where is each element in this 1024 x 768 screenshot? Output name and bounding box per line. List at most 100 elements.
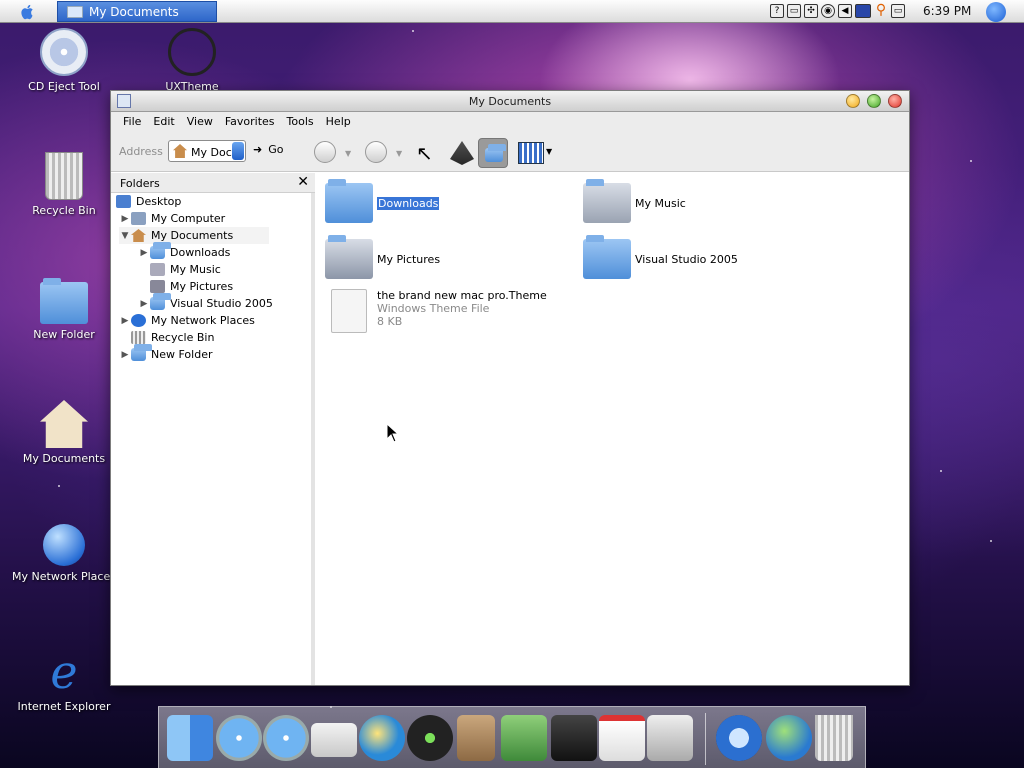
desktop-icon-my-documents[interactable]: My Documents	[9, 400, 119, 465]
iphoto-icon[interactable]	[501, 715, 547, 761]
recycle-bin-icon	[131, 331, 146, 344]
file-item-my-pictures[interactable]: My Pictures	[325, 233, 440, 279]
clock[interactable]: 6:39 PM	[923, 4, 971, 18]
tree-item-downloads[interactable]: ▶ Downloads	[138, 242, 230, 261]
keyboard-icon[interactable]	[855, 4, 871, 18]
cd-icon[interactable]: ◉	[821, 4, 835, 18]
menu-view[interactable]: View	[181, 112, 219, 132]
address-value: My Doc	[191, 146, 232, 159]
recycle-bin-icon	[45, 152, 83, 200]
file-item-name: the brand new mac pro.Theme	[377, 289, 547, 302]
desktop-icon	[116, 195, 131, 208]
go-button[interactable]: ➜ Go	[253, 143, 283, 156]
ichat-icon[interactable]	[359, 715, 405, 761]
file-item-name: My Music	[635, 197, 686, 210]
address-dropdown[interactable]: My Doc	[168, 140, 246, 162]
menu-favorites[interactable]: Favorites	[219, 112, 281, 132]
close-pane-icon[interactable]: ✕	[297, 174, 309, 190]
expand-arrow-icon[interactable]: ▶	[119, 316, 131, 326]
expand-arrow-icon[interactable]: ▶	[119, 350, 131, 360]
search-magnifier-icon[interactable]: ⚲	[874, 3, 888, 18]
home-icon	[40, 400, 88, 448]
safari-alt-icon[interactable]	[263, 715, 309, 761]
desktop-icon-label: Recycle Bin	[32, 204, 96, 217]
views-button[interactable]	[518, 142, 544, 164]
desktop-icon-cd-eject-tool[interactable]: CD Eject Tool	[9, 28, 119, 93]
imovie-icon[interactable]	[551, 715, 597, 761]
tree-item-my-music[interactable]: My Music	[150, 261, 221, 278]
network-icon[interactable]: ✣	[804, 4, 818, 18]
address-label: Address	[119, 145, 163, 158]
maximize-button[interactable]	[867, 94, 881, 108]
file-item-name: My Pictures	[377, 253, 441, 266]
expand-arrow-icon[interactable]: ▶	[138, 299, 150, 309]
up-folder-icon[interactable]: ↖	[416, 141, 433, 165]
tree-item-my-network-places[interactable]: ▶ My Network Places	[119, 312, 255, 329]
folders-toggle-button[interactable]	[478, 138, 508, 168]
tree-item-visual-studio-2005[interactable]: ▶ Visual Studio 2005	[138, 293, 273, 312]
tree-item-my-computer[interactable]: ▶ My Computer	[119, 210, 225, 227]
minimize-button[interactable]	[846, 94, 860, 108]
menu-edit[interactable]: Edit	[147, 112, 180, 132]
help-icon[interactable]: ?	[770, 4, 784, 18]
back-dropdown-icon[interactable]: ▼	[345, 149, 351, 158]
desktop-icon-new-folder[interactable]: New Folder	[9, 276, 119, 341]
file-item-theme[interactable]: the brand new mac pro.Theme Windows Them…	[325, 287, 547, 333]
address-book-icon[interactable]	[457, 715, 495, 761]
collapse-arrow-icon[interactable]: ▼	[119, 231, 131, 241]
calendar-icon[interactable]	[599, 715, 645, 761]
expand-arrow-icon[interactable]: ▶	[138, 248, 150, 258]
spotlight-search-icon[interactable]	[986, 2, 1006, 22]
menu-tools[interactable]: Tools	[281, 112, 320, 132]
quicktime-icon[interactable]	[716, 715, 762, 761]
tree-item-desktop[interactable]: Desktop	[116, 193, 181, 210]
tree-item-label: New Folder	[151, 348, 213, 361]
tree-item-my-documents[interactable]: ▼ My Documents	[119, 227, 269, 244]
file-item-details: the brand new mac pro.Theme Windows Them…	[377, 289, 547, 328]
mail-icon[interactable]	[311, 723, 357, 757]
tree-item-label: My Pictures	[170, 280, 234, 293]
desktop-icon-internet-explorer[interactable]: e Internet Explorer	[9, 648, 119, 713]
tree-item-label: My Network Places	[151, 314, 255, 327]
back-button[interactable]	[314, 141, 336, 163]
folders-label: Folders	[120, 177, 160, 190]
star	[58, 485, 60, 487]
safari-icon[interactable]	[216, 715, 262, 761]
itunes-icon[interactable]	[407, 715, 453, 761]
trash-icon[interactable]	[815, 715, 853, 761]
file-item-visual-studio-2005[interactable]: Visual Studio 2005	[583, 233, 738, 279]
desktop-icon-label: My Network Places	[12, 570, 116, 583]
close-button[interactable]	[888, 94, 902, 108]
finder-icon[interactable]	[167, 715, 213, 761]
taskbar-button-my-documents[interactable]: My Documents	[57, 1, 217, 22]
dropdown-arrow-icon[interactable]	[232, 142, 244, 160]
volume-icon[interactable]: ◀	[838, 4, 852, 18]
menu-file[interactable]: File	[117, 112, 147, 132]
menu-help[interactable]: Help	[320, 112, 357, 132]
network-globe-icon[interactable]	[766, 715, 812, 761]
desktop-icon-recycle-bin[interactable]: Recycle Bin	[9, 152, 119, 217]
desktop-icon-uxtheme[interactable]: UXTheme	[137, 28, 247, 93]
tree-item-label: Recycle Bin	[151, 331, 215, 344]
folder-icon	[583, 235, 631, 279]
display-icon[interactable]: ▭	[891, 4, 905, 18]
expand-arrow-icon[interactable]: ▶	[119, 214, 131, 224]
views-dropdown-icon[interactable]: ▼	[546, 147, 552, 156]
tree-item-new-folder[interactable]: ▶ New Folder	[119, 344, 213, 363]
battery-icon[interactable]: ▭	[787, 4, 801, 18]
forward-dropdown-icon[interactable]: ▼	[396, 149, 402, 158]
folder-icon	[325, 179, 373, 223]
music-folder-icon	[583, 179, 631, 223]
folder-icon	[40, 278, 88, 324]
search-icon[interactable]	[450, 141, 474, 165]
system-preferences-icon[interactable]	[647, 715, 693, 761]
forward-button[interactable]	[365, 141, 387, 163]
apple-icon[interactable]	[18, 3, 38, 21]
desktop-icon-my-network-places[interactable]: My Network Places	[9, 524, 119, 583]
file-item-downloads[interactable]: Downloads	[325, 177, 440, 223]
tree-item-label: Desktop	[136, 195, 182, 208]
file-item-my-music[interactable]: My Music	[583, 177, 686, 223]
title-bar[interactable]: My Documents	[111, 91, 909, 112]
desktop-icon-label: New Folder	[33, 328, 95, 341]
tree-item-label: My Music	[170, 263, 221, 276]
